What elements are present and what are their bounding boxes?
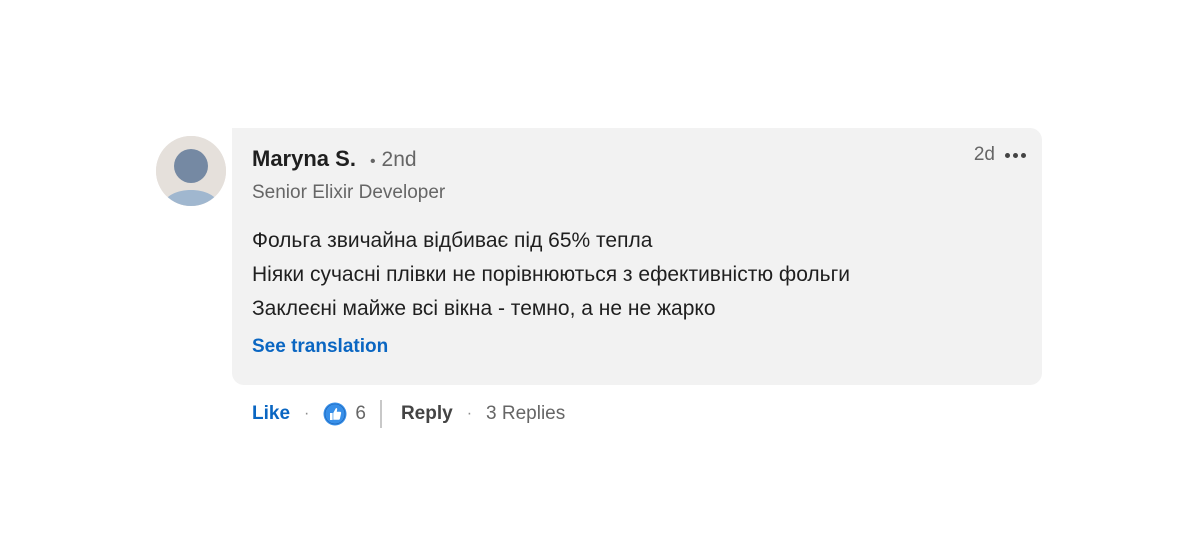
comment-line: Фольга звичайна відбиває під 65% тепла [252, 229, 653, 252]
ellipsis-dot [1013, 152, 1018, 158]
comment-thread: Maryna S. • 2nd Senior Elixir Developer 2… [0, 0, 1200, 550]
ellipsis-dot [1021, 152, 1026, 158]
comment-line: Заклеєні майже всі вікна - темно, а не н… [252, 297, 716, 320]
thumbs-up-reaction-icon[interactable] [323, 402, 347, 426]
comment-meta: 2d [974, 144, 1028, 166]
replies-count-link[interactable]: 3 Replies [486, 403, 565, 425]
like-button[interactable]: Like [252, 403, 290, 425]
comment-text: Фольга звичайна відбиває під 65% тепла Н… [252, 224, 850, 326]
author-avatar[interactable] [156, 136, 226, 206]
connection-degree: • 2nd [370, 148, 417, 172]
comment-line: Ніяки сучасні плівки не порівнюються з е… [252, 263, 851, 286]
connection-degree-label: 2nd [381, 148, 417, 171]
author-headline: Senior Elixir Developer [252, 182, 446, 203]
action-separator: · [304, 405, 310, 422]
reply-button[interactable]: Reply [401, 403, 453, 425]
reaction-count[interactable]: 6 [355, 403, 366, 425]
default-avatar-icon [156, 136, 226, 206]
action-divider [379, 400, 382, 428]
comment-bubble: Maryna S. • 2nd Senior Elixir Developer 2… [232, 128, 1042, 385]
ellipsis-icon[interactable] [1003, 149, 1028, 162]
degree-separator: • [369, 153, 376, 170]
comment-actions: Like · 6 Reply · 3 Replies [252, 398, 565, 430]
author-line: Maryna S. • 2nd [252, 146, 417, 172]
see-translation-link[interactable]: See translation [252, 336, 388, 358]
author-name[interactable]: Maryna S. [252, 146, 356, 172]
action-separator: · [466, 405, 473, 422]
comment-time: 2d [973, 144, 995, 165]
ellipsis-dot [1005, 152, 1010, 158]
